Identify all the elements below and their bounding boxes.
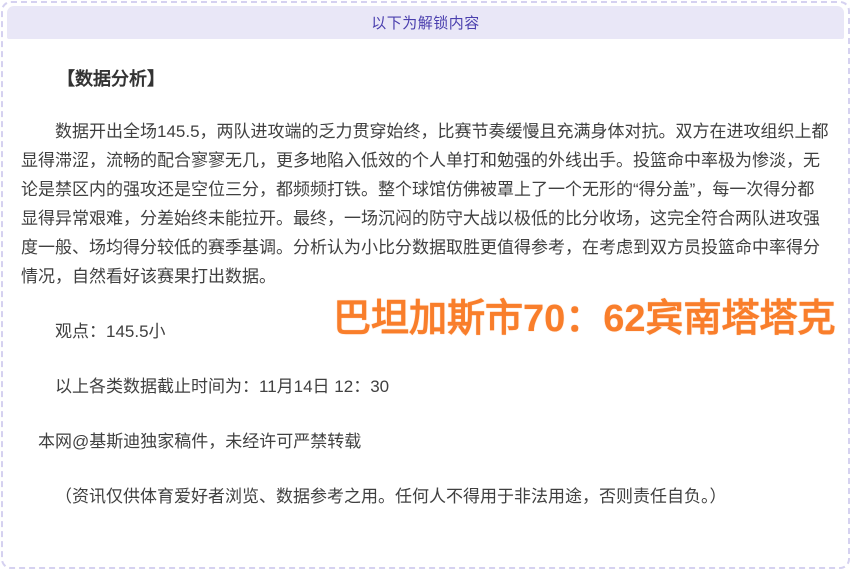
section-title: 【数据分析】 [21, 65, 830, 91]
analysis-article: 【数据分析】 数据开出全场145.5，两队进攻端的乏力贯穿始终，比赛节奏缓慢且充… [3, 65, 848, 511]
disclaimer-line: （资讯仅供体育爱好者浏览、数据参考之用。任何人不得用于非法用途，否则责任自负。） [21, 482, 830, 511]
analysis-paragraph: 数据开出全场145.5，两队进攻端的乏力贯穿始终，比赛节奏缓慢且充满身体对抗。双… [21, 117, 830, 291]
copyright-line: 本网@基斯迪独家稿件，未经许可严禁转载 [21, 427, 830, 456]
unlocked-content-label: 以下为解锁内容 [371, 12, 480, 33]
viewpoint-line: 观点：145.5小 [21, 317, 830, 346]
data-cutoff-line: 以上各类数据截止时间为：11月14日 12：30 [21, 372, 830, 401]
unlocked-content-panel: 以下为解锁内容 【数据分析】 数据开出全场145.5，两队进攻端的乏力贯穿始终，… [1, 1, 850, 569]
unlocked-content-header: 以下为解锁内容 [7, 6, 844, 39]
